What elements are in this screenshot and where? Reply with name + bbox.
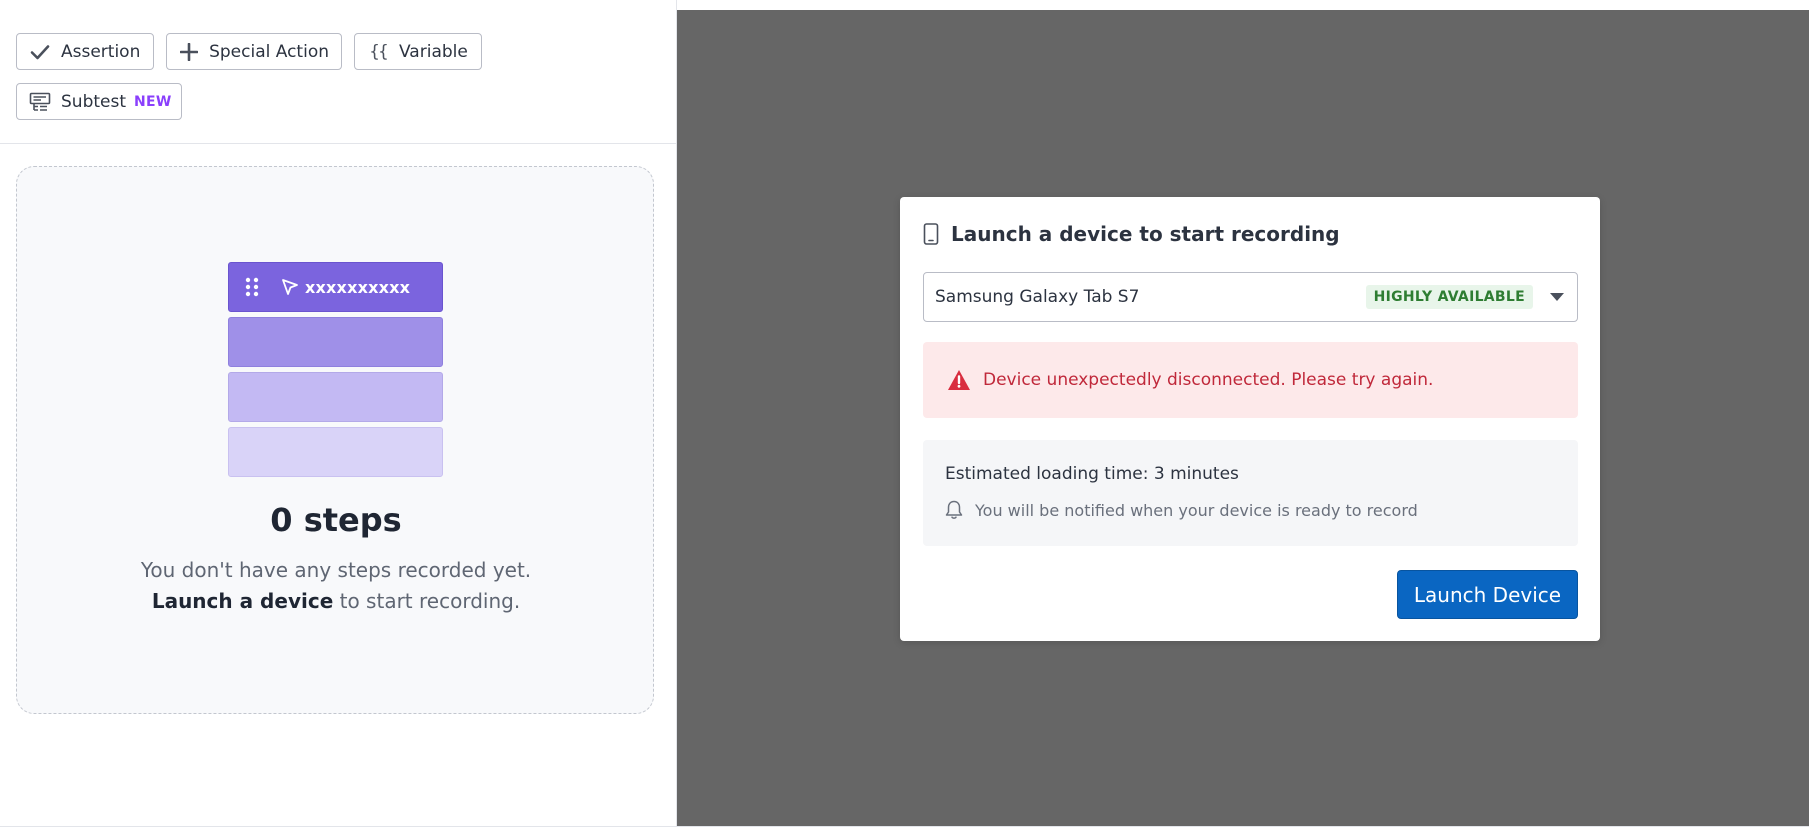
- variable-button[interactable]: {{ Variable: [354, 33, 482, 70]
- special-action-button[interactable]: Special Action: [166, 33, 342, 70]
- launch-device-dialog: Launch a device to start recording Samsu…: [900, 197, 1600, 641]
- mobile-device-icon: [923, 223, 939, 245]
- device-panel: Launch a device to start recording Samsu…: [677, 10, 1809, 826]
- plus-icon: [179, 41, 199, 63]
- cursor-icon: [282, 279, 298, 295]
- step-placeholder-4: [228, 427, 443, 477]
- notify-message: You will be notified when your device is…: [975, 500, 1418, 520]
- steps-count: 0 steps: [270, 501, 402, 539]
- launch-device-emphasis: Launch a device: [151, 589, 334, 613]
- bottom-divider: [0, 826, 1809, 827]
- error-message: Device unexpectedly disconnected. Please…: [983, 370, 1434, 390]
- estimated-loading-time: Estimated loading time: 3 minutes: [945, 464, 1239, 484]
- drag-handle-icon: [245, 277, 259, 297]
- step-placeholder-3: [228, 372, 443, 422]
- subtest-button[interactable]: Subtest NEW: [16, 83, 182, 120]
- dialog-title: Launch a device to start recording: [951, 222, 1340, 246]
- curly-braces-icon: {{: [369, 41, 389, 62]
- step-placeholder-1: xxxxxxxxxx: [228, 262, 443, 312]
- subtest-label: Subtest: [61, 91, 127, 112]
- device-select-value: Samsung Galaxy Tab S7: [935, 287, 1140, 307]
- variable-label: Variable: [399, 41, 468, 62]
- dialog-header: Launch a device to start recording: [923, 222, 1340, 246]
- empty-hint-rest: to start recording.: [333, 589, 521, 613]
- new-badge: NEW: [134, 93, 172, 110]
- empty-message: You don't have any steps recorded yet.: [140, 558, 532, 582]
- loading-info: Estimated loading time: 3 minutes You wi…: [923, 440, 1578, 546]
- steps-panel: Assertion Special Action {{ Variable Sub…: [0, 0, 677, 827]
- step-placeholder-2: [228, 317, 443, 367]
- device-select[interactable]: Samsung Galaxy Tab S7 HIGHLY AVAILABLE: [923, 272, 1578, 322]
- error-alert: Device unexpectedly disconnected. Please…: [923, 342, 1578, 418]
- empty-hint: Launch a device to start recording.: [17, 589, 655, 613]
- chevron-down-icon[interactable]: [1549, 292, 1565, 302]
- notify-row: You will be notified when your device is…: [945, 500, 1418, 520]
- empty-steps-card: xxxxxxxxxx 0 steps You don't have any st…: [16, 166, 654, 714]
- launch-device-button[interactable]: Launch Device: [1397, 570, 1578, 619]
- check-icon: [29, 41, 51, 63]
- toolbar-divider: [0, 143, 676, 144]
- subtest-icon: [29, 91, 51, 113]
- special-action-label: Special Action: [209, 41, 329, 62]
- availability-badge: HIGHLY AVAILABLE: [1365, 285, 1533, 309]
- assertion-button[interactable]: Assertion: [16, 33, 154, 70]
- bell-icon: [945, 500, 963, 519]
- warning-triangle-icon: [948, 370, 970, 390]
- step-placeholder-text: xxxxxxxxxx: [305, 277, 411, 297]
- assertion-label: Assertion: [61, 41, 141, 62]
